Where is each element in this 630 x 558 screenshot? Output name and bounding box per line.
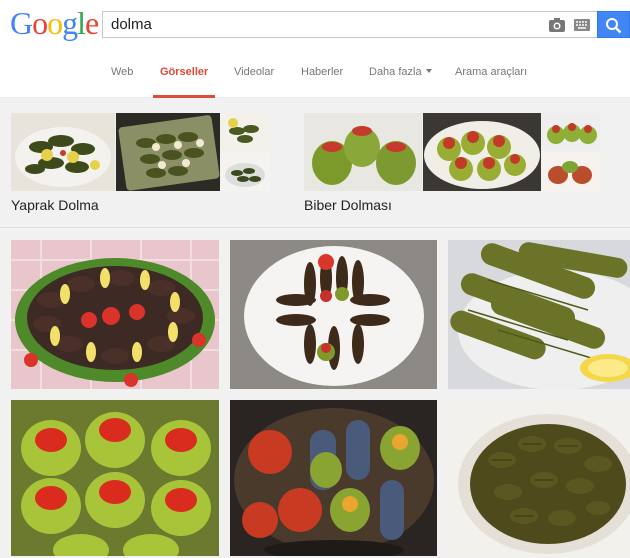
search-query: dolma bbox=[111, 16, 152, 33]
logo-letter: l bbox=[77, 5, 86, 41]
logo-letter: e bbox=[85, 5, 99, 41]
tab-images[interactable]: Görseller bbox=[160, 66, 208, 78]
google-logo[interactable]: Google bbox=[10, 4, 99, 42]
tab-news[interactable]: Haberler bbox=[301, 66, 343, 78]
related-thumb bbox=[221, 113, 270, 151]
related-thumb bbox=[542, 113, 600, 151]
tab-more-label: Daha fazla bbox=[369, 66, 422, 78]
logo-letter: g bbox=[62, 5, 78, 41]
tab-web[interactable]: Web bbox=[111, 66, 133, 78]
related-search-biber[interactable]: Biber Dolması bbox=[304, 113, 600, 218]
search-button[interactable] bbox=[597, 11, 630, 38]
related-search-label: Yaprak Dolma bbox=[11, 197, 99, 213]
logo-letter: o bbox=[32, 5, 48, 41]
image-result[interactable] bbox=[11, 240, 219, 389]
related-thumb bbox=[304, 113, 422, 191]
image-result[interactable] bbox=[230, 240, 437, 389]
results-area: Yaprak Dolma Biber Dolması bbox=[0, 98, 630, 558]
related-thumb bbox=[11, 113, 115, 191]
related-thumb bbox=[542, 153, 600, 191]
tab-search-tools[interactable]: Arama araçları bbox=[455, 66, 527, 78]
search-input[interactable]: dolma bbox=[102, 11, 598, 38]
search-icon bbox=[606, 18, 622, 34]
search-tabs: Web Görseller Videolar Haberler Daha faz… bbox=[0, 49, 630, 98]
logo-letter: G bbox=[10, 5, 33, 41]
image-result[interactable] bbox=[448, 400, 630, 556]
header: Google dolma bbox=[0, 0, 630, 49]
related-thumb bbox=[221, 153, 270, 191]
image-result[interactable] bbox=[230, 400, 437, 556]
keyboard-icon[interactable] bbox=[574, 19, 590, 31]
image-result[interactable] bbox=[11, 400, 219, 556]
logo-letter: o bbox=[47, 5, 63, 41]
tab-videos[interactable]: Videolar bbox=[234, 66, 274, 78]
related-search-yaprak[interactable]: Yaprak Dolma bbox=[11, 113, 270, 218]
camera-icon[interactable] bbox=[549, 18, 565, 32]
related-thumb bbox=[116, 113, 220, 191]
related-search-label: Biber Dolması bbox=[304, 197, 392, 213]
related-thumb bbox=[423, 113, 541, 191]
divider bbox=[0, 227, 630, 228]
tab-more[interactable]: Daha fazla bbox=[369, 66, 432, 78]
image-result[interactable] bbox=[448, 240, 630, 389]
chevron-down-icon bbox=[425, 69, 432, 73]
